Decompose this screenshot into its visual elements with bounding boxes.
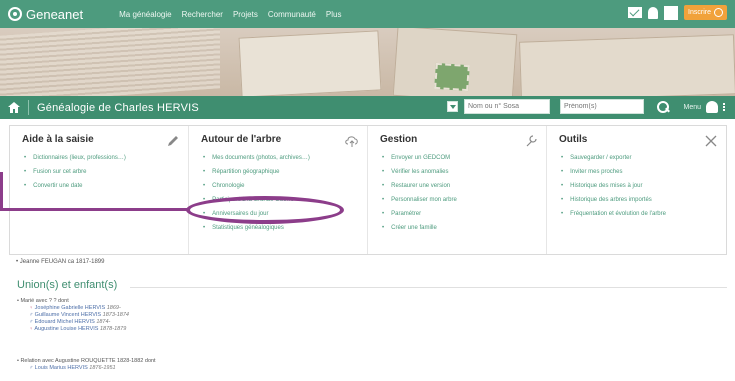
top-bar: Geneanet Ma généalogie Rechercher Projet…	[0, 0, 735, 28]
nav-communaute[interactable]: Communauté	[268, 10, 316, 19]
child-row[interactable]: ♀ Augustine Louise HERVIS 1878-1879	[17, 326, 129, 333]
menu-item-chronologie[interactable]: Chronologie	[201, 182, 359, 190]
premium-button[interactable]: Inscrire	[684, 5, 727, 20]
menu-column-gestion: Gestion Envoyer un GEDCOM Vérifier les a…	[368, 126, 547, 254]
tools-icon	[705, 135, 717, 147]
child-dates: 1873-1874	[102, 312, 129, 318]
child-row[interactable]: ♀ Joséphine Gabrielle HERVIS 1869-	[17, 305, 129, 312]
pencil-icon	[168, 136, 178, 146]
mail-icon[interactable]	[628, 7, 643, 18]
menu-item-repartition[interactable]: Répartition géographique	[201, 168, 359, 176]
section-divider	[130, 287, 727, 288]
tree-menu-button[interactable]: Menu	[683, 101, 725, 113]
menu-item-statistiques[interactable]: Statistiques généalogiques	[201, 224, 359, 232]
kebab-icon	[723, 103, 725, 111]
nav-rechercher[interactable]: Rechercher	[182, 10, 223, 19]
child-dates: 1878-1879	[100, 326, 127, 332]
highlight-connector	[0, 208, 188, 211]
unions-section-title: Union(s) et enfant(s)	[17, 279, 118, 291]
child-row[interactable]: ♂ Edouard Michel HERVIS 1874-	[17, 319, 129, 326]
menu-column-title: Outils	[559, 134, 588, 145]
family-header: • Relation avec Augustine ROUQUETTE 1828…	[17, 358, 156, 364]
menu-label: Menu	[683, 103, 701, 111]
tree-search	[447, 99, 670, 114]
nav-plus[interactable]: Plus	[326, 10, 342, 19]
user-icon[interactable]	[664, 5, 679, 20]
highlight-ring	[186, 196, 344, 224]
menu-item-sauvegarder[interactable]: Sauvegarder / exporter	[559, 154, 718, 162]
child-name: Edouard Michel HERVIS	[34, 319, 95, 325]
home-icon[interactable]	[4, 96, 24, 119]
menu-column-aide: Aide à la saisie Dictionnaires (lieux, p…	[10, 126, 189, 254]
sosa-input[interactable]	[464, 99, 550, 114]
menu-item-envoyer-gedcom[interactable]: Envoyer un GEDCOM	[380, 154, 538, 162]
child-name: Augustine Louise HERVIS	[34, 326, 99, 332]
menu-item-restaurer-version[interactable]: Restaurer une version	[380, 182, 538, 190]
banner-paper-image	[238, 30, 382, 96]
premium-label: Inscrire	[688, 9, 711, 16]
tree-menu-panel: Aide à la saisie Dictionnaires (lieux, p…	[9, 125, 727, 255]
menu-item-historique-maj[interactable]: Historique des mises à jour	[559, 182, 718, 190]
banner-stamp-image	[434, 62, 470, 92]
title-separator	[28, 100, 29, 115]
banner-book-image	[0, 28, 220, 96]
child-dates: 1869-	[106, 305, 121, 311]
menu-column-title: Aide à la saisie	[22, 134, 94, 145]
child-row[interactable]: ♂ Guillaume Vincent HERVIS 1873-1874	[17, 312, 129, 319]
header-banner	[0, 28, 735, 96]
child-dates: 1876-1951	[89, 365, 116, 371]
page: Geneanet Ma généalogie Rechercher Projet…	[0, 0, 735, 381]
child-name: Louis Marius HERVIS	[34, 365, 88, 371]
child-name: Joséphine Gabrielle HERVIS	[34, 305, 106, 311]
menu-column-outils: Outils Sauvegarder / exporter Inviter me…	[547, 126, 726, 254]
menu-item-dictionnaires[interactable]: Dictionnaires (lieux, professions…)	[22, 154, 180, 162]
menu-item-historique-imports[interactable]: Historique des arbres importés	[559, 196, 718, 204]
child-name: Guillaume Vincent HERVIS	[34, 312, 102, 318]
wrench-icon	[526, 135, 537, 147]
menu-item-frequentation[interactable]: Fréquentation et évolution de l'arbre	[559, 210, 718, 218]
highlight-connector	[0, 172, 3, 211]
cloud-upload-icon	[345, 136, 358, 147]
tree-title-bar: Généalogie de Charles HERVIS Menu	[0, 96, 735, 119]
menu-item-inviter[interactable]: Inviter mes proches	[559, 168, 718, 176]
logo-icon	[8, 7, 22, 21]
tree-title: Généalogie de Charles HERVIS	[37, 101, 199, 114]
family-block: • Relation avec Augustine ROUQUETTE 1828…	[17, 358, 156, 372]
child-row[interactable]: ♂ Louis Marius HERVIS 1876-1951	[17, 365, 156, 372]
menu-item-convertir-date[interactable]: Convertir une date	[22, 182, 180, 190]
top-nav: Ma généalogie Rechercher Projets Communa…	[119, 10, 341, 19]
family-header: • Marié avec ? ? dont	[17, 298, 69, 304]
menu-item-verifier-anomalies[interactable]: Vérifier les anomalies	[380, 168, 538, 176]
menu-item-personnaliser[interactable]: Personnaliser mon arbre	[380, 196, 538, 204]
menu-item-fusion[interactable]: Fusion sur cet arbre	[22, 168, 180, 176]
menu-column-title: Autour de l'arbre	[201, 134, 282, 145]
bell-icon[interactable]	[648, 6, 659, 19]
search-icon[interactable]	[656, 100, 670, 114]
top-icons: Inscrire	[628, 5, 727, 20]
nav-ma-genealogie[interactable]: Ma généalogie	[119, 10, 171, 19]
search-mode-dropdown-icon[interactable]	[447, 101, 458, 112]
banner-paper-image	[519, 34, 735, 96]
prenom-input[interactable]	[560, 99, 644, 114]
menu-item-mes-documents[interactable]: Mes documents (photos, archives…)	[201, 154, 359, 162]
menu-item-creer-famille[interactable]: Créer une famille	[380, 224, 538, 232]
spouse-line[interactable]: • Jeanne FEUGAN ca 1817-1899	[16, 259, 105, 265]
menu-item-parametrer[interactable]: Paramétrer	[380, 210, 538, 218]
brand-name: Geneanet	[26, 6, 84, 22]
geneanet-logo[interactable]: Geneanet	[8, 7, 83, 22]
premium-icon	[714, 8, 723, 17]
tree-icon	[706, 101, 718, 113]
family-block: • Marié avec ? ? dont ♀ Joséphine Gabrie…	[17, 298, 129, 333]
child-dates: 1874-	[96, 319, 111, 325]
menu-column-autour: Autour de l'arbre Mes documents (photos,…	[189, 126, 368, 254]
menu-column-title: Gestion	[380, 134, 418, 145]
nav-projets[interactable]: Projets	[233, 10, 258, 19]
